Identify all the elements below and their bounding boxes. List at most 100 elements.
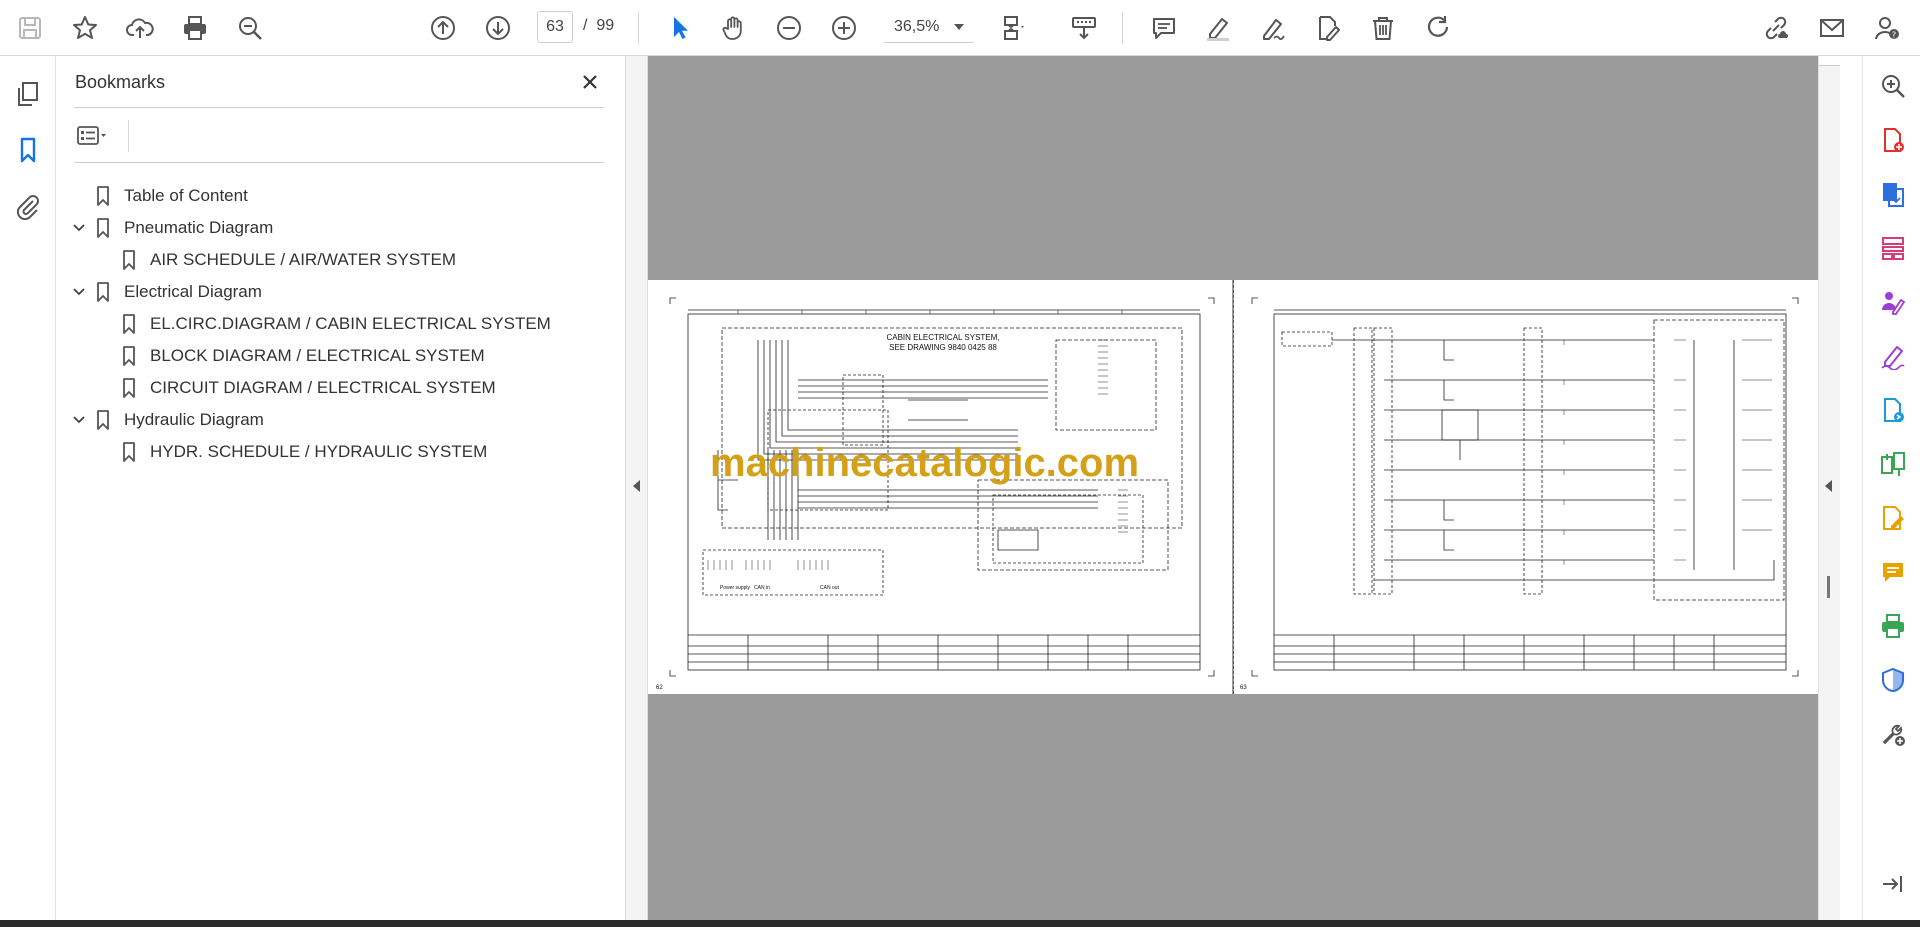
- email-icon[interactable]: [1814, 10, 1850, 46]
- bookmark-icon: [94, 409, 112, 431]
- more-tools-icon[interactable]: [1877, 718, 1909, 750]
- bookmark-icon: [120, 345, 138, 367]
- page-number-label: 62: [656, 685, 663, 691]
- scroll-mode-icon[interactable]: [1066, 10, 1102, 46]
- chevron-down-icon[interactable]: [68, 217, 90, 239]
- save-icon[interactable]: [12, 10, 48, 46]
- star-icon[interactable]: [67, 10, 103, 46]
- panel-title: Bookmarks: [75, 72, 166, 92]
- panel-collapse-handle[interactable]: [626, 56, 648, 920]
- hand-tool-icon[interactable]: [716, 10, 752, 46]
- bookmark-item[interactable]: EL.CIRC.DIAGRAM / CABIN ELECTRICAL SYSTE…: [94, 308, 551, 340]
- chevron-down-icon[interactable]: [68, 281, 90, 303]
- bookmarks-icon[interactable]: [10, 132, 46, 168]
- page-total: / 99: [583, 17, 614, 35]
- electrical-schematic-drawing: CABIN ELECTRICAL SYSTEM, SEE DRAWING 984…: [656, 297, 1215, 691]
- share-link-icon[interactable]: [1758, 10, 1794, 46]
- bookmark-label: Electrical Diagram: [124, 282, 262, 301]
- schematic-header-line2: SEE DRAWING 9840 0425 88: [889, 343, 997, 352]
- bookmark-icon: [94, 185, 112, 207]
- scrollbar-thumb[interactable]: [1827, 576, 1830, 598]
- toolbar-divider: [1122, 12, 1123, 44]
- fill-sign-icon[interactable]: [1877, 340, 1909, 372]
- next-page-icon[interactable]: [480, 10, 516, 46]
- divider: [74, 107, 604, 108]
- bookmark-label: EL.CIRC.DIAGRAM / CABIN ELECTRICAL SYSTE…: [150, 314, 551, 333]
- print-production-icon[interactable]: [1877, 610, 1909, 642]
- bookmark-icon: [94, 281, 112, 303]
- bookmark-options-button[interactable]: [74, 120, 124, 152]
- watermark-text: machinecatalogic.com: [710, 441, 1140, 485]
- bookmark-icon: [120, 313, 138, 335]
- chevron-down-icon[interactable]: [954, 24, 964, 30]
- page-thumbnails-icon[interactable]: [10, 76, 46, 112]
- bookmark-label: Hydraulic Diagram: [124, 410, 264, 429]
- bookmark-icon: [120, 441, 138, 463]
- request-signatures-icon[interactable]: [1877, 286, 1909, 318]
- highlight-pen-icon[interactable]: [1200, 10, 1236, 46]
- right-tools-rail: [1862, 56, 1920, 920]
- create-pdf-icon[interactable]: [1877, 124, 1909, 156]
- comment-icon[interactable]: [1146, 10, 1182, 46]
- bookmark-item[interactable]: HYDR. SCHEDULE / HYDRAULIC SYSTEM: [94, 436, 487, 468]
- zoom-out-icon[interactable]: [771, 10, 807, 46]
- draw-sign-icon[interactable]: [1255, 10, 1291, 46]
- protect-shield-icon[interactable]: [1877, 664, 1909, 696]
- label-can-out: CAN out: [820, 585, 840, 591]
- bookmark-item[interactable]: Pneumatic Diagram: [68, 212, 273, 244]
- send-for-review-icon[interactable]: [1877, 394, 1909, 426]
- comment-tool-icon[interactable]: [1877, 556, 1909, 588]
- bookmark-icon: [120, 249, 138, 271]
- edit-document-icon[interactable]: [1877, 502, 1909, 534]
- bookmark-item[interactable]: Electrical Diagram: [68, 276, 262, 308]
- organize-pages-icon[interactable]: [1877, 232, 1909, 264]
- fit-page-icon[interactable]: [995, 10, 1031, 46]
- print-icon[interactable]: [177, 10, 213, 46]
- chevron-left-icon[interactable]: [1825, 480, 1832, 492]
- zoom-in-icon[interactable]: [826, 10, 862, 46]
- attachments-paperclip-icon[interactable]: [10, 188, 46, 224]
- vertical-scrollbar[interactable]: [1818, 56, 1840, 920]
- bookmark-item[interactable]: Hydraulic Diagram: [68, 404, 264, 436]
- compare-files-icon[interactable]: [1877, 448, 1909, 480]
- toolbar-divider: [638, 12, 639, 44]
- upload-cloud-icon[interactable]: [122, 10, 158, 46]
- window-bottom-edge: [0, 920, 1920, 927]
- bookmark-item[interactable]: BLOCK DIAGRAM / ELECTRICAL SYSTEM: [94, 340, 485, 372]
- page-number-input[interactable]: 63: [537, 11, 573, 43]
- document-viewport[interactable]: CABIN ELECTRICAL SYSTEM, SEE DRAWING 984…: [648, 56, 1818, 920]
- close-icon[interactable]: [576, 68, 604, 96]
- bookmark-icon: [120, 377, 138, 399]
- bookmark-item[interactable]: AIR SCHEDULE / AIR/WATER SYSTEM: [94, 244, 456, 276]
- bookmark-label: CIRCUIT DIAGRAM / ELECTRICAL SYSTEM: [150, 378, 496, 397]
- bookmark-label: Table of Content: [124, 186, 248, 205]
- edit-pdf-icon[interactable]: [1310, 10, 1346, 46]
- bookmark-label: HYDR. SCHEDULE / HYDRAULIC SYSTEM: [150, 442, 488, 461]
- previous-page-icon[interactable]: [425, 10, 461, 46]
- trash-icon[interactable]: [1365, 10, 1401, 46]
- bookmark-item[interactable]: Table of Content: [68, 180, 248, 212]
- bookmark-label: AIR SCHEDULE / AIR/WATER SYSTEM: [150, 250, 457, 269]
- redo-icon[interactable]: [1420, 10, 1456, 46]
- bookmark-item[interactable]: CIRCUIT DIAGRAM / ELECTRICAL SYSTEM: [94, 372, 496, 404]
- label-power-supply: Power supply: [720, 585, 751, 591]
- expand-panel-icon[interactable]: [1877, 868, 1909, 900]
- label-can-in: CAN in: [754, 585, 770, 591]
- zoom-search-icon[interactable]: [232, 10, 268, 46]
- select-cursor-icon[interactable]: [662, 10, 698, 46]
- account-help-icon[interactable]: ?: [1869, 10, 1905, 46]
- export-pdf-icon[interactable]: [1877, 178, 1909, 210]
- scrollbar-top-cap: [1819, 56, 1840, 66]
- zoom-tool-icon[interactable]: [1877, 70, 1909, 102]
- bookmark-icon: [94, 217, 112, 239]
- rail-gap: [1840, 56, 1862, 920]
- pdf-page-right: 63: [1234, 280, 1818, 694]
- main-toolbar: 63 / 99 36,5% ?: [0, 0, 1920, 56]
- chevron-down-icon[interactable]: [68, 409, 90, 431]
- page-number-label: 63: [1240, 685, 1247, 691]
- chevron-left-icon: [633, 480, 640, 492]
